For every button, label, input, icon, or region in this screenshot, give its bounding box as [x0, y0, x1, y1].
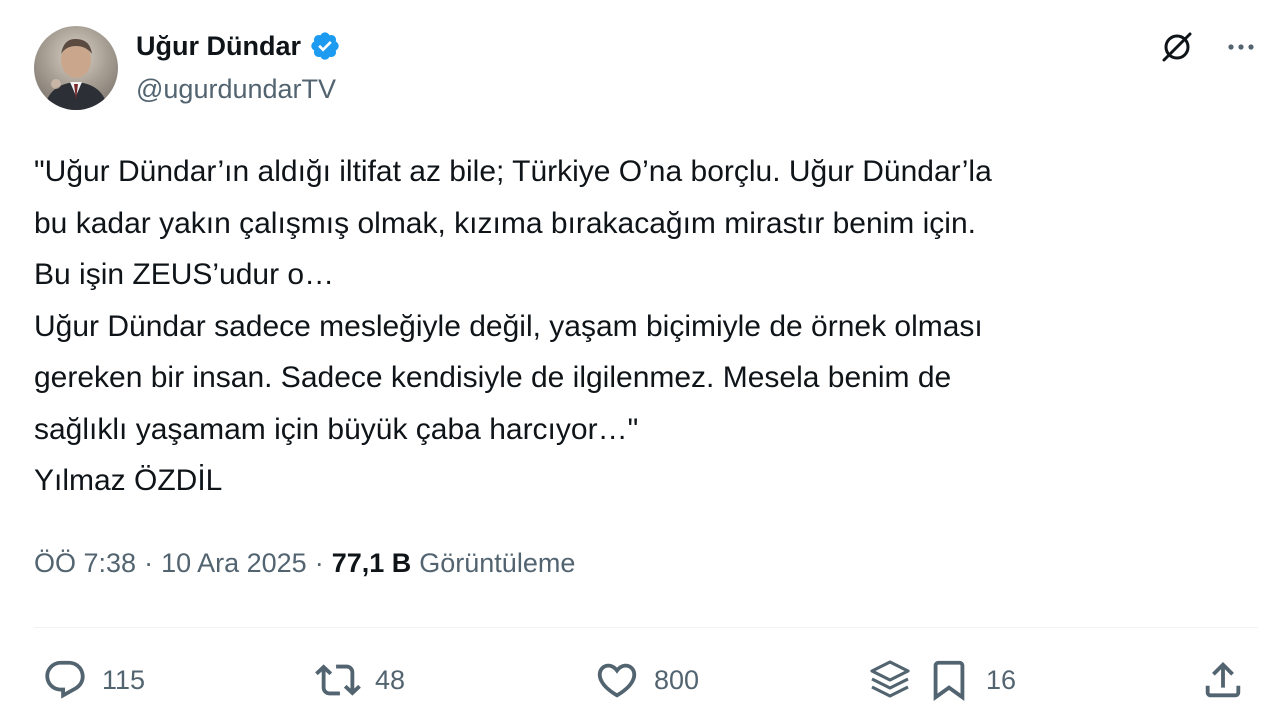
bookmark-count: 16	[986, 664, 1017, 695]
meta-separator: ·	[144, 548, 154, 578]
author-handle[interactable]: @ugurdundarTV	[136, 74, 336, 105]
tweet-text-line: "Uğur Dündar’ın aldığı iltifat az bile; …	[34, 155, 992, 188]
tweet-card: Uğur Dündar @ugurdundarTV "Uğur Dündar’ı…	[0, 0, 1280, 715]
analytics-icon	[866, 656, 914, 704]
repost-button[interactable]: 48	[315, 655, 405, 705]
tweet-text-line: Bu işin ZEUS’udur o…	[34, 258, 335, 291]
reply-count: 115	[102, 664, 146, 695]
meta-separator: ·	[314, 548, 324, 578]
reply-icon	[42, 657, 88, 703]
like-count: 800	[654, 664, 700, 695]
views-count[interactable]: 77,1 B	[332, 548, 412, 579]
like-button[interactable]: 800	[594, 655, 699, 705]
tweet-top-actions	[1158, 28, 1260, 66]
tweet-time[interactable]: ÖÖ 7:38	[34, 548, 136, 579]
share-icon	[1200, 657, 1246, 703]
repost-count: 48	[375, 664, 406, 695]
tweet-text-line: Uğur Dündar sadece mesleğiyle değil, yaş…	[34, 309, 983, 343]
tweet-text-line: bu kadar yakın çalışmış olmak, kızıma bı…	[34, 206, 976, 240]
share-button[interactable]	[1200, 655, 1246, 705]
avatar[interactable]	[34, 26, 118, 110]
analytics-button[interactable]	[866, 655, 914, 705]
reply-button[interactable]: 115	[42, 655, 145, 705]
more-icon[interactable]	[1222, 28, 1260, 66]
author-display-name[interactable]: Uğur Dündar	[136, 31, 301, 62]
views-label: Görüntüleme	[419, 548, 576, 578]
tweet-meta: ÖÖ 7:38 · 10 Ara 2025 · 77,1 B Görüntüle…	[34, 548, 575, 579]
divider	[34, 627, 1258, 628]
tweet-text: "Uğur Dündar’ın aldığı iltifat az bile; …	[34, 146, 1254, 507]
tweet-text-line: Yılmaz ÖZDİL	[34, 464, 223, 497]
like-icon	[594, 657, 640, 703]
tweet-date[interactable]: 10 Ara 2025	[161, 548, 307, 579]
tweet-text-line: gereken bir insan. Sadece kendisiyle de …	[34, 361, 952, 394]
tweet-actions-bar: 115 48 800 16	[0, 655, 1280, 705]
bookmark-icon	[926, 657, 972, 703]
grok-icon[interactable]	[1158, 28, 1196, 66]
avatar-image	[44, 38, 108, 110]
verified-badge-icon[interactable]	[309, 30, 341, 62]
repost-icon	[315, 657, 361, 703]
bookmark-button[interactable]: 16	[926, 655, 1016, 705]
author-name-row: Uğur Dündar	[136, 30, 341, 62]
tweet-text-line: sağlıklı yaşamam için büyük çaba harcıyo…	[34, 412, 639, 446]
